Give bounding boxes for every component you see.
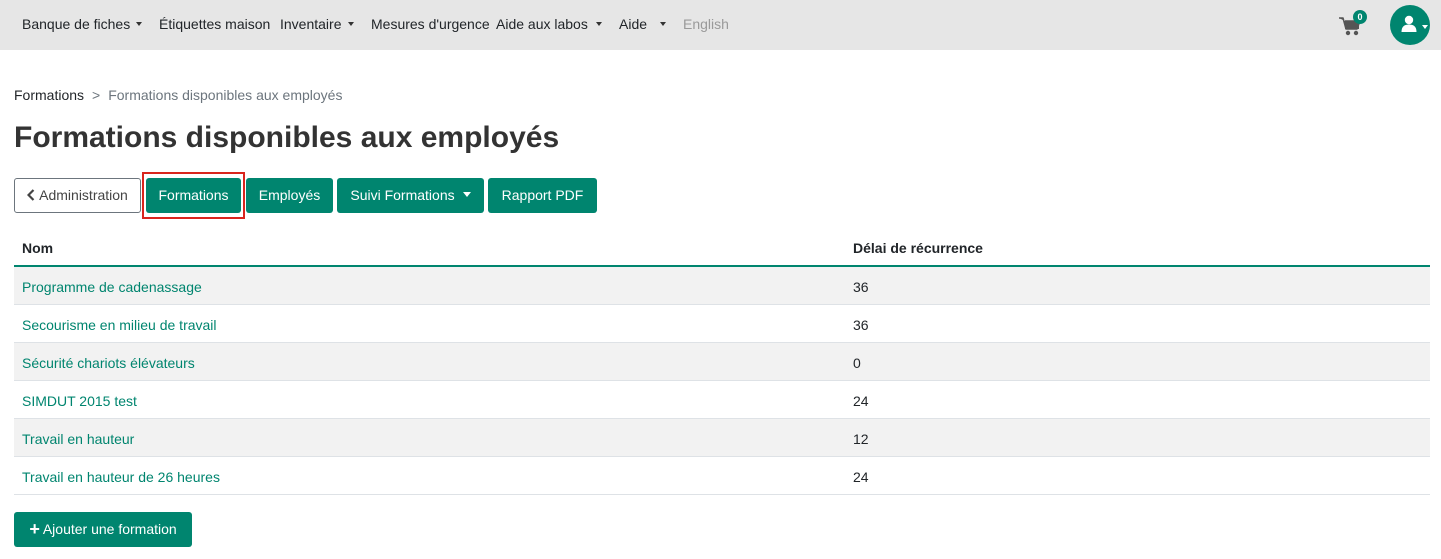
page-title: Formations disponibles aux employés [14,121,560,154]
chevron-down-icon [1422,25,1428,29]
nav-item-aide-aux-labos[interactable]: Aide aux labos [496,16,588,32]
breadcrumb: Formations > Formations disponibles aux em… [14,87,342,103]
back-administration-button[interactable]: Administration [14,178,141,213]
nav-item-banque-de-fiches[interactable]: Banque de fiches [22,16,130,32]
user-icon [1401,15,1417,32]
recurrence-delay: 36 [853,279,869,295]
suivi-formations-label: Suivi Formations [350,187,455,203]
plus-icon: + [29,519,40,539]
table-row: Programme de cadenassage 36 [14,267,1430,305]
chevron-down-icon[interactable] [660,22,666,26]
top-navbar: Banque de fiches Étiquettes maison Inven… [0,0,1441,50]
breadcrumb-current: Formations disponibles aux employés [108,87,343,103]
add-formation-button[interactable]: + Ajouter une formation [14,512,192,547]
nav-item-english[interactable]: English [683,16,729,32]
nav-item-etiquettes-maison[interactable]: Étiquettes maison [159,16,270,32]
formations-button[interactable]: Formations [146,178,241,213]
user-menu-button[interactable] [1390,5,1430,45]
chevron-down-icon[interactable] [136,22,142,26]
recurrence-delay: 24 [853,469,869,485]
formation-name-link[interactable]: Travail en hauteur [22,431,134,447]
chevron-down-icon [462,192,471,198]
table-row: Travail en hauteur 12 [14,419,1430,457]
nav-item-inventaire[interactable]: Inventaire [280,16,341,32]
table-row: Sécurité chariots élévateurs 0 [14,343,1430,381]
suivi-formations-dropdown-button[interactable]: Suivi Formations [337,178,484,213]
nav-item-mesures-durgence[interactable]: Mesures d'urgence [371,16,490,32]
employes-button[interactable]: Employés [246,178,333,213]
formation-name-link[interactable]: Travail en hauteur de 26 heures [22,469,220,485]
column-header-nom[interactable]: Nom [22,240,53,256]
recurrence-delay: 36 [853,317,869,333]
formation-name-link[interactable]: SIMDUT 2015 test [22,393,137,409]
recurrence-delay: 24 [853,393,869,409]
add-formation-label: Ajouter une formation [42,521,177,537]
table-header: Nom Délai de récurrence [14,230,1430,267]
chevron-left-icon [27,189,35,201]
breadcrumb-separator: > [92,87,101,103]
chevron-down-icon[interactable] [348,22,354,26]
breadcrumb-formations-link[interactable]: Formations [14,87,84,103]
table-row: Travail en hauteur de 26 heures 24 [14,457,1430,495]
column-header-delai[interactable]: Délai de récurrence [853,240,983,256]
recurrence-delay: 12 [853,431,869,447]
formation-name-link[interactable]: Secourisme en milieu de travail [22,317,217,333]
formation-name-link[interactable]: Programme de cadenassage [22,279,202,295]
back-button-label: Administration [39,187,128,203]
formations-table: Nom Délai de récurrence Programme de cad… [14,230,1430,495]
cart-count-badge: 0 [1353,10,1367,24]
table-row: Secourisme en milieu de travail 36 [14,305,1430,343]
chevron-down-icon[interactable] [596,22,602,26]
formation-name-link[interactable]: Sécurité chariots élévateurs [22,355,195,371]
table-row: SIMDUT 2015 test 24 [14,381,1430,419]
recurrence-delay: 0 [853,355,861,371]
rapport-pdf-button[interactable]: Rapport PDF [488,178,597,213]
nav-item-aide[interactable]: Aide [619,16,647,32]
